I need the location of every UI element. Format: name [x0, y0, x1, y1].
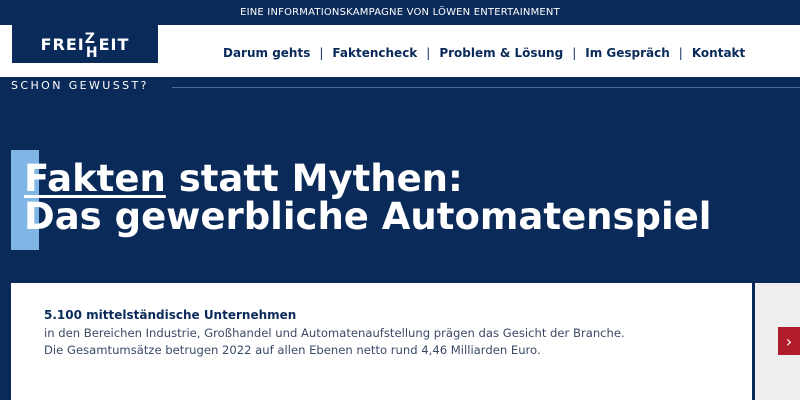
- nav-separator: |: [319, 46, 324, 60]
- nav-item-im-gespraech[interactable]: Im Gespräch: [585, 46, 670, 60]
- nav-item-kontakt[interactable]: Kontakt: [692, 46, 745, 60]
- nav-item-darum-gehts[interactable]: Darum gehts: [223, 46, 310, 60]
- logo-suffix: EIT: [98, 34, 130, 54]
- logo-prefix: FREI: [40, 34, 85, 54]
- next-slide-button[interactable]: ›: [778, 327, 800, 355]
- freizeit-logo[interactable]: FREIZHEIT: [12, 25, 158, 63]
- nav-separator: |: [678, 46, 683, 60]
- chevron-right-icon: ›: [785, 331, 793, 351]
- nav-item-problem-loesung[interactable]: Problem & Lösung: [439, 46, 563, 60]
- fact-card-text: in den Bereichen Industrie, Großhandel u…: [44, 326, 625, 357]
- fact-card: 5.100 mittelständische Unternehmen in de…: [11, 283, 752, 400]
- main-nav: Darum gehts | Faktencheck | Problem & Lö…: [223, 45, 745, 61]
- hero-line2: Das gewerbliche Automatenspiel: [24, 195, 712, 238]
- nav-separator: |: [426, 46, 431, 60]
- fact-card-title: 5.100 mittelständische Unternehmen: [44, 308, 297, 322]
- logo-wordmark: FREIZHEIT: [40, 31, 130, 61]
- nav-item-faktencheck[interactable]: Faktencheck: [332, 46, 417, 60]
- hero-line1-rest: statt Mythen:: [165, 157, 463, 200]
- nav-separator: |: [572, 46, 577, 60]
- campaign-topbar: EINE INFORMATIONSKAMPAGNE VON LÖWEN ENTE…: [0, 0, 800, 25]
- logo-h: H: [85, 44, 99, 61]
- section-kicker: SCHON GEWUSST?: [11, 79, 149, 92]
- hero-highlight-word: Fakten: [24, 157, 166, 200]
- campaign-topbar-text: EINE INFORMATIONSKAMPAGNE VON LÖWEN ENTE…: [240, 7, 560, 18]
- hero-headline: Fakten statt Mythen: Das gewerbliche Aut…: [24, 160, 711, 236]
- kicker-divider: [172, 87, 800, 88]
